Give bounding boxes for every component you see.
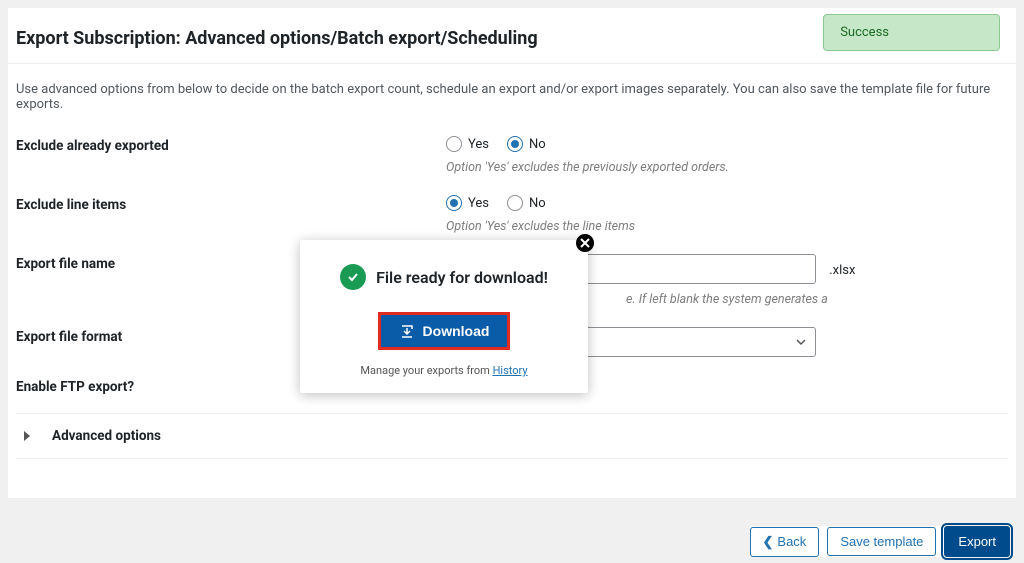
- download-label: Download: [423, 323, 490, 339]
- history-link[interactable]: History: [493, 364, 528, 377]
- advanced-options-label: Advanced options: [40, 428, 161, 444]
- radio-label: No: [529, 137, 546, 152]
- radio-label: Yes: [468, 137, 489, 152]
- hint-exclude-line-items: Option 'Yes' excludes the line items: [446, 219, 1008, 234]
- hint-exclude-exported: Option 'Yes' excludes the previously exp…: [446, 160, 1008, 175]
- export-label: Export: [958, 534, 996, 549]
- radio-exclude-exported-yes[interactable]: Yes: [446, 136, 489, 152]
- radio-label: No: [529, 196, 546, 211]
- radio-exclude-line-items-yes[interactable]: Yes: [446, 195, 489, 211]
- field-exclude-exported: Yes No Option 'Yes' excludes the previou…: [446, 136, 1008, 175]
- radio-icon: [507, 195, 523, 211]
- radio-label: Yes: [468, 196, 489, 211]
- file-extension: .xlsx: [829, 263, 855, 278]
- label-exclude-exported: Exclude already exported: [16, 136, 446, 175]
- radio-group-exclude-exported: Yes No: [446, 136, 1008, 152]
- manage-prefix: Manage your exports from: [360, 364, 492, 377]
- modal-title: File ready for download!: [376, 268, 548, 287]
- close-button[interactable]: [576, 234, 594, 252]
- check-circle-icon: [340, 264, 366, 290]
- save-template-button[interactable]: Save template: [827, 527, 936, 556]
- radio-icon: [446, 195, 462, 211]
- modal-header: File ready for download!: [316, 264, 572, 290]
- footer-actions: ❮ Back Save template Export: [750, 526, 1011, 557]
- triangle-right-icon: [24, 431, 30, 441]
- download-button[interactable]: Download: [378, 312, 511, 350]
- page-description: Use advanced options from below to decid…: [8, 64, 1016, 122]
- toast-text: Success: [840, 25, 889, 40]
- download-modal: File ready for download! Download Manage…: [300, 240, 588, 393]
- success-toast: Success: [823, 14, 1000, 51]
- row-exclude-line-items: Exclude line items Yes No Option 'Yes' e…: [16, 181, 1008, 240]
- save-template-label: Save template: [840, 534, 923, 549]
- chevron-down-icon: [795, 336, 807, 348]
- radio-exclude-exported-no[interactable]: No: [507, 136, 546, 152]
- field-exclude-line-items: Yes No Option 'Yes' excludes the line it…: [446, 195, 1008, 234]
- back-label: Back: [777, 534, 806, 549]
- back-button[interactable]: ❮ Back: [750, 527, 820, 557]
- label-exclude-line-items: Exclude line items: [16, 195, 446, 234]
- radio-exclude-line-items-no[interactable]: No: [507, 195, 546, 211]
- download-icon: [399, 323, 415, 339]
- radio-icon: [507, 136, 523, 152]
- row-exclude-exported: Exclude already exported Yes No Option '…: [16, 122, 1008, 181]
- manage-exports-text: Manage your exports from History: [316, 364, 572, 377]
- export-button[interactable]: Export: [944, 526, 1010, 557]
- radio-icon: [446, 136, 462, 152]
- close-icon: [580, 238, 590, 248]
- advanced-options-toggle[interactable]: Advanced options: [16, 413, 1008, 459]
- radio-group-exclude-line-items: Yes No: [446, 195, 1008, 211]
- chevron-left-icon: ❮: [763, 534, 774, 550]
